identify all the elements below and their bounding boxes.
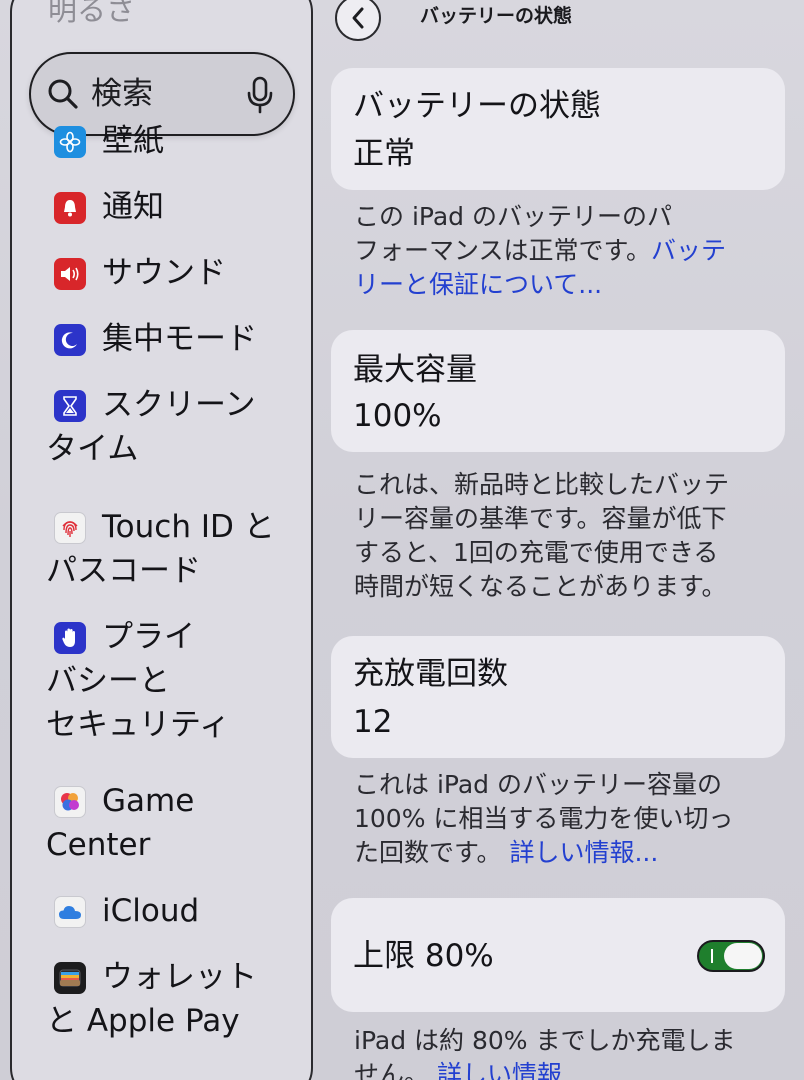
- speaker-icon: [54, 258, 86, 290]
- charge-limit-title: 上限 80%: [353, 938, 494, 974]
- back-button[interactable]: [335, 0, 381, 41]
- hand-icon: [54, 622, 86, 654]
- microphone-icon[interactable]: [245, 76, 275, 114]
- charge-limit-card[interactable]: 上限 80%: [331, 898, 785, 1012]
- sidebar-item-screen-time[interactable]: スクリーン タイム: [46, 384, 296, 474]
- hourglass-icon: [54, 390, 86, 422]
- maximum-capacity-title: 最大容量: [353, 352, 477, 388]
- sidebar: 明るさ 検索 壁紙 通知 サウンド 集中モード スクリーン タイム Touch …: [10, 0, 313, 1080]
- sidebar-item-label: プライ: [102, 619, 195, 655]
- sidebar-item-privacy[interactable]: プライ バシーと セキュリティ: [46, 616, 296, 746]
- page-title: バッテリーの状態: [420, 5, 573, 27]
- charge-limit-toggle[interactable]: [697, 940, 765, 972]
- maximum-capacity-value: 100%: [353, 398, 442, 434]
- sidebar-item-label-line2: と Apple Pay: [46, 1003, 240, 1039]
- wallet-icon: [54, 962, 86, 994]
- charge-cycles-title: 充放電回数: [353, 656, 508, 692]
- charge-cycles-card: 充放電回数 12: [331, 636, 785, 758]
- charge-limit-description: iPad は約 80% までしか充電しま せん。 詳しい情報: [354, 1024, 784, 1080]
- battery-warranty-link-cont[interactable]: リーと保証について...: [354, 268, 784, 302]
- sidebar-item-label: Touch ID と: [102, 509, 275, 545]
- limit-more-info-link[interactable]: 詳しい情報: [437, 1060, 562, 1080]
- sidebar-item-label: 集中モード: [102, 321, 257, 357]
- battery-health-description: この iPad のバッテリーのパ フォーマンスは正常です。バッテ リーと保証につ…: [354, 200, 784, 302]
- sidebar-item-sounds[interactable]: サウンド: [46, 252, 296, 296]
- toggle-on-mark: [711, 949, 713, 963]
- sidebar-item-label-line2: Center: [46, 827, 151, 863]
- sidebar-item-label: スクリーン: [102, 387, 256, 423]
- sidebar-item-label-line2: バシーと: [46, 663, 170, 699]
- charge-cycles-value: 12: [353, 704, 393, 740]
- toggle-knob: [724, 943, 762, 969]
- sidebar-item-notifications[interactable]: 通知: [46, 186, 296, 230]
- fingerprint-icon: [54, 512, 86, 544]
- sidebar-item-wallpaper[interactable]: 壁紙: [46, 120, 296, 164]
- maximum-capacity-description: これは、新品時と比較したバッテ リー容量の基準です。容量が低下 すると、1回の充…: [354, 470, 730, 601]
- moon-icon: [54, 324, 86, 356]
- sidebar-item-wallet[interactable]: ウォレット と Apple Pay: [46, 956, 296, 1046]
- settings-app: 明るさ 検索 壁紙 通知 サウンド 集中モード スクリーン タイム Touch …: [0, 0, 804, 1080]
- sidebar-item-label-line2: パスコード: [46, 553, 201, 589]
- sidebar-item-focus[interactable]: 集中モード: [46, 318, 296, 362]
- battery-health-value: 正常: [353, 136, 415, 172]
- search-placeholder: 検索: [91, 76, 153, 112]
- sidebar-item-game-center[interactable]: Game Center: [46, 780, 296, 870]
- sidebar-item-label: サウンド: [102, 255, 226, 291]
- sidebar-item-label: iCloud: [102, 893, 200, 929]
- sidebar-item-icloud[interactable]: iCloud: [46, 890, 296, 934]
- sidebar-item-label: Game: [102, 783, 195, 819]
- bell-icon: [54, 192, 86, 224]
- chevron-left-icon: [352, 7, 364, 29]
- game-center-icon: [54, 786, 86, 818]
- maximum-capacity-card: 最大容量 100%: [331, 330, 785, 452]
- charge-cycles-description: これは iPad のバッテリー容量の 100% に相当する電力を使い切っ た回数…: [354, 770, 734, 867]
- sidebar-item-touch-id[interactable]: Touch ID と パスコード: [46, 506, 296, 596]
- sidebar-item-label-line3: セキュリティ: [46, 707, 231, 743]
- cycles-more-info-link[interactable]: 詳しい情報...: [509, 838, 658, 867]
- sidebar-item-label-line2: タイム: [46, 431, 139, 467]
- sidebar-item-label: 通知: [102, 189, 164, 225]
- cloud-icon: [54, 896, 86, 928]
- sidebar-item-label: ウォレット: [102, 959, 257, 995]
- sidebar-item-brightness-partial[interactable]: 明るさ: [48, 0, 135, 25]
- sidebar-item-label: 壁紙: [102, 123, 164, 159]
- battery-health-card: バッテリーの状態 正常: [331, 68, 785, 190]
- search-icon: [48, 79, 78, 109]
- battery-warranty-link[interactable]: バッテ: [651, 236, 726, 265]
- battery-health-title: バッテリーの状態: [353, 88, 601, 124]
- wallpaper-icon: [54, 126, 86, 158]
